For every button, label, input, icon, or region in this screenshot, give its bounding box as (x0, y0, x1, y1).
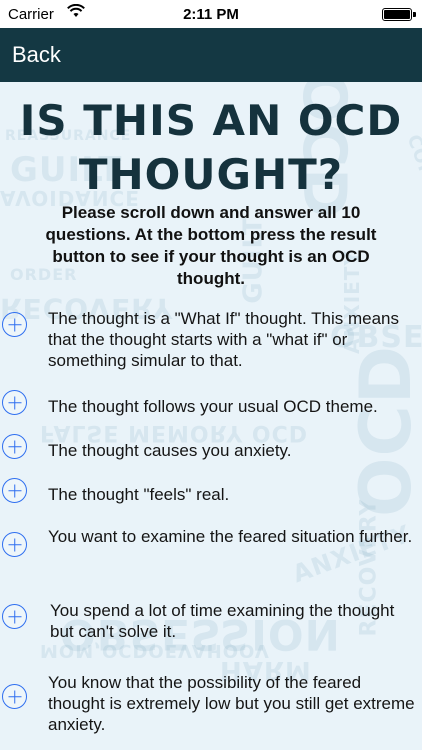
add-answer-icon[interactable] (2, 684, 27, 709)
question-screen[interactable]: IS THIS AN OCD THOUGHT? Please scroll do… (0, 82, 422, 750)
instructions-text: Please scroll down and answer all 10 que… (45, 203, 377, 288)
add-answer-icon[interactable] (2, 312, 27, 337)
question-text: The thought follows your usual OCD theme… (48, 397, 378, 416)
navigation-bar: Back (0, 28, 422, 82)
question-text: You want to examine the feared situation… (48, 527, 413, 546)
question-text: You know that the possibility of the fea… (48, 673, 415, 734)
battery-icon (382, 8, 416, 21)
add-answer-icon[interactable] (2, 478, 27, 503)
add-answer-icon[interactable] (2, 434, 27, 459)
status-bar: Carrier 2:11 PM (0, 0, 422, 28)
page-title-line-2: THOUGHT? (78, 150, 344, 199)
add-answer-icon[interactable] (2, 604, 27, 629)
back-button[interactable]: Back (12, 42, 61, 68)
add-answer-icon[interactable] (2, 390, 27, 415)
question-text: The thought causes you anxiety. (48, 441, 292, 460)
page-title: IS THIS AN OCD THOUGHT? (0, 94, 422, 202)
question-text: The thought is a "What If" thought. This… (48, 309, 399, 370)
status-time: 2:11 PM (183, 6, 239, 23)
question-text: You spend a lot of time examining the th… (50, 601, 395, 641)
question-text: The thought "feels" real. (48, 485, 230, 504)
page-title-line-1: IS THIS AN OCD (19, 96, 403, 145)
add-answer-icon[interactable] (2, 532, 27, 557)
